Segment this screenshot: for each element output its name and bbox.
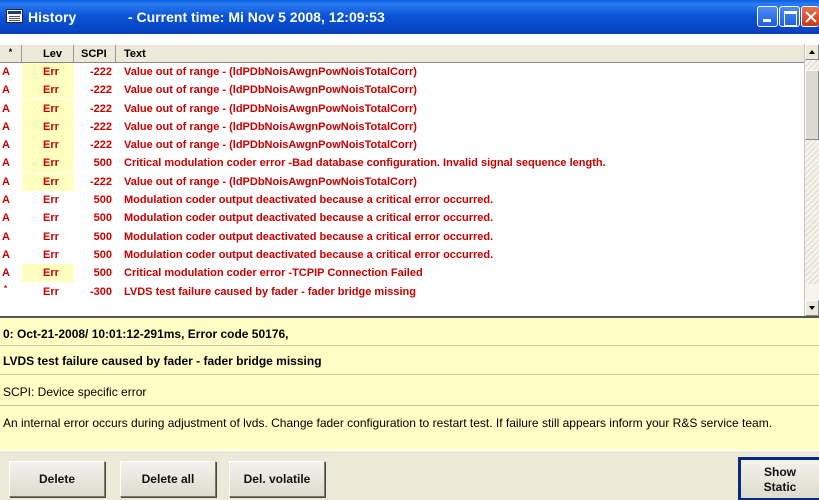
delete-all-button[interactable]: Delete all: [120, 461, 216, 497]
row-message-text: Value out of range - (ldPDbNoisAwgnPowNo…: [124, 102, 417, 115]
row-marker: A: [2, 175, 10, 188]
button-bar: Delete Delete all Del. volatile Show Sta…: [0, 450, 819, 500]
row-marker: A: [2, 194, 10, 207]
row-scpi-code: -222: [89, 66, 112, 78]
row-marker: A: [2, 212, 10, 225]
row-marker: A: [2, 66, 10, 78]
row-message-text: Modulation coder output deactivated beca…: [124, 230, 494, 243]
row-scpi-code: -222: [89, 84, 112, 97]
row-level: Err: [22, 136, 74, 155]
row-marker: A: [2, 248, 10, 261]
show-static-label-2: Static: [763, 480, 797, 494]
row-scpi-code: 500: [93, 157, 112, 170]
current-time-label: - Current time: Mi Nov 5 2008, 12:09:53: [128, 9, 385, 25]
row-message-text: Value out of range - (ldPDbNoisAwgnPowNo…: [124, 175, 417, 188]
row-marker: A: [2, 139, 10, 152]
arrow-up-icon[interactable]: [805, 44, 819, 60]
delete-button[interactable]: Delete: [9, 461, 105, 497]
table-row[interactable]: A Err -222 Value out of range - (ldPDbNoisA…: [0, 117, 804, 136]
scrollbar-thumb[interactable]: [805, 70, 819, 140]
row-level: Err: [22, 117, 74, 136]
show-static-button[interactable]: Show Static: [738, 457, 819, 500]
row-marker: A: [2, 267, 10, 280]
row-message-text: Modulation coder output deactivated beca…: [124, 248, 494, 261]
row-level: Err: [43, 212, 59, 225]
table-row[interactable]: A Err 500 Modulation coder output deactivat…: [0, 209, 804, 227]
row-level: Err: [22, 99, 74, 118]
row-scpi-code: 500: [93, 194, 112, 207]
row-level: Err: [22, 81, 74, 100]
delete-volatile-button[interactable]: Del. volatile: [229, 461, 325, 497]
arrow-down-icon[interactable]: [805, 300, 819, 316]
table-row[interactable]: A Err -222 Value out of range - (ldPDbNoisA…: [0, 63, 804, 81]
row-level: Err: [22, 154, 74, 173]
row-message-text: Critical modulation coder error -Bad dat…: [124, 157, 606, 170]
row-scpi-code: 500: [93, 248, 112, 261]
history-table: * Lev SCPI Text A Err -222 Value out of ran…: [0, 34, 819, 316]
title-bar: History - Current time: Mi Nov 5 2008, 1…: [0, 0, 819, 34]
table-row[interactable]: A Err 500 Critical modulation coder error -…: [0, 154, 804, 173]
table-row[interactable]: A Err 500 Modulation coder output deactivat…: [0, 228, 804, 246]
detail-scpi: SCPI: Device specific error: [3, 385, 147, 399]
row-marker: A: [2, 230, 10, 243]
table-row[interactable]: A Err 500 Modulation coder output deactivat…: [0, 191, 804, 209]
history-window-icon: [6, 9, 23, 23]
table-row[interactable]: * Err -300 LVDS test failure caused by fade…: [0, 283, 804, 301]
table-row[interactable]: A Err -222 Value out of range - (ldPDbNoisA…: [0, 172, 804, 191]
detail-header: 0: Oct-21-2008/ 10:01:12-291ms, Error co…: [3, 327, 289, 341]
table-header: * Lev SCPI Text: [0, 44, 804, 63]
row-message-text: Value out of range - (ldPDbNoisAwgnPowNo…: [124, 84, 417, 97]
row-message-text: Critical modulation coder error -TCPIP C…: [124, 267, 423, 280]
row-marker: A: [2, 157, 10, 170]
table-row[interactable]: A Err 500 Modulation coder output deactivat…: [0, 246, 804, 264]
detail-description: An internal error occurs during adjustme…: [3, 416, 773, 430]
row-level: Err: [43, 194, 59, 207]
divider: [0, 405, 819, 406]
close-button[interactable]: [801, 6, 819, 27]
row-level: Err: [43, 248, 59, 261]
row-marker: A: [2, 120, 10, 133]
table-row[interactable]: A Err -222 Value out of range - (ldPDbNoisA…: [0, 136, 804, 155]
row-message-text: Modulation coder output deactivated beca…: [124, 194, 494, 207]
row-scpi-code: -222: [89, 102, 112, 115]
table-row[interactable]: A Err -222 Value out of range - (ldPDbNoisA…: [0, 81, 804, 100]
show-static-label-1: Show: [764, 465, 796, 479]
minimize-button[interactable]: [757, 6, 778, 27]
row-scpi-code: -300: [89, 285, 112, 298]
row-message-text: Modulation coder output deactivated beca…: [124, 212, 494, 225]
table-row[interactable]: A Err 500 Critical modulation coder error -…: [0, 264, 804, 283]
header-marker[interactable]: *: [0, 45, 22, 63]
row-message-text: Value out of range - (ldPDbNoisAwgnPowNo…: [124, 139, 417, 152]
row-scpi-code: 500: [93, 212, 112, 225]
row-level: Err: [22, 264, 74, 283]
maximize-button[interactable]: [779, 6, 800, 27]
row-scpi-code: 500: [93, 267, 112, 280]
row-marker: A: [2, 102, 10, 115]
divider: [0, 345, 819, 346]
message-detail-panel: 0: Oct-21-2008/ 10:01:12-291ms, Error co…: [0, 316, 819, 450]
row-scpi-code: -222: [89, 175, 112, 188]
table-row[interactable]: A Err -222 Value out of range - (ldPDbNoisA…: [0, 99, 804, 118]
row-message-text: Value out of range - (ldPDbNoisAwgnPowNo…: [124, 66, 417, 78]
row-message-text: Value out of range - (ldPDbNoisAwgnPowNo…: [124, 120, 417, 133]
row-marker: A: [2, 84, 10, 97]
window-title: History: [28, 9, 77, 25]
row-level: Err: [22, 172, 74, 191]
row-level: Err: [43, 230, 59, 243]
row-scpi-code: 500: [93, 230, 112, 243]
header-text[interactable]: Text: [116, 45, 804, 63]
header-level[interactable]: Lev: [22, 45, 74, 63]
row-level: Err: [43, 285, 59, 298]
row-scpi-code: -222: [89, 120, 112, 133]
table-rows: A Err -222 Value out of range - (ldPDbNoisA…: [0, 63, 804, 301]
vertical-scrollbar[interactable]: [804, 44, 819, 316]
row-level: Err: [22, 63, 74, 81]
header-scpi[interactable]: SCPI: [74, 45, 116, 63]
divider: [0, 374, 819, 375]
row-message-text: LVDS test failure caused by fader - fade…: [124, 285, 416, 298]
row-marker: *: [4, 283, 8, 293]
detail-title: LVDS test failure caused by fader - fade…: [3, 354, 322, 368]
row-scpi-code: -222: [89, 139, 112, 152]
